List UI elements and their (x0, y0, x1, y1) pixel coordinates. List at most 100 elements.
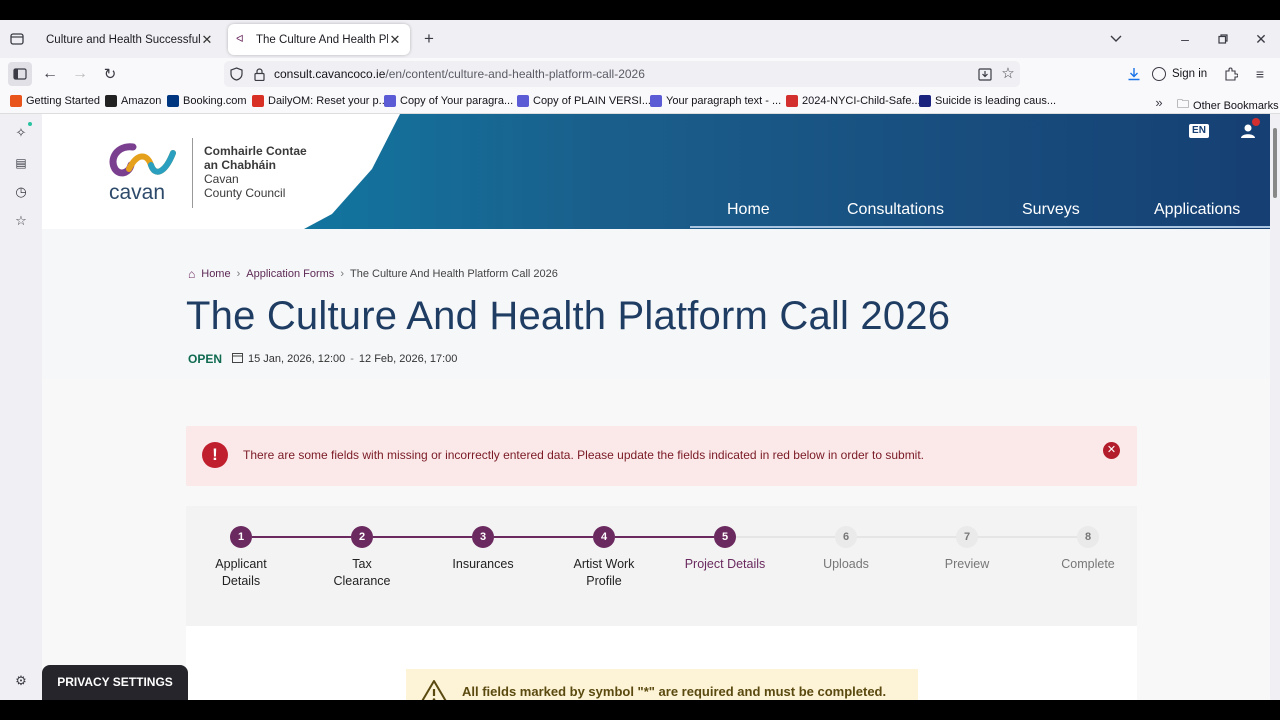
more-bookmarks-icon[interactable]: » (1150, 94, 1168, 110)
downloads-icon[interactable] (1124, 64, 1144, 84)
nav-underline (690, 226, 1270, 228)
bookmark-item[interactable]: Getting Started (10, 95, 100, 107)
back-icon[interactable]: ← (40, 64, 60, 84)
ai-chatbot-icon[interactable]: ✧ (12, 124, 30, 142)
bookmark-favicon-icon (105, 95, 117, 107)
bookmark-item[interactable]: DailyOM: Reset your p... (252, 95, 388, 107)
form-stepper: 1 Applicant Details 2 Tax Clearance 3 Insuran… (186, 506, 1137, 626)
reload-icon[interactable]: ↻ (100, 64, 120, 84)
council-name-line: Cavan (204, 172, 239, 186)
extensions-icon[interactable] (1221, 64, 1241, 84)
bookmark-item[interactable]: Booking.com (167, 95, 247, 107)
new-tab-icon[interactable]: + (420, 29, 438, 49)
close-alert-button[interactable]: ✕ (1103, 442, 1120, 459)
bookmark-item[interactable]: 2024-NYCI-Child-Safe... (786, 95, 921, 107)
council-name-line: Comhairle Contae (204, 144, 307, 158)
lock-icon[interactable] (251, 66, 267, 82)
start-date: 15 Jan, 2026, 12:00 (248, 353, 346, 365)
screen: Culture and Health Successful Appli ✕ ᐊ … (0, 0, 1280, 720)
install-app-icon[interactable] (976, 65, 994, 83)
close-window-icon[interactable]: ✕ (1252, 29, 1270, 49)
os-bottom-bar (0, 700, 1280, 720)
tab-successful-applicants[interactable]: Culture and Health Successful Appli ✕ (38, 24, 222, 55)
history-icon[interactable]: ◷ (12, 183, 30, 201)
tab-title: Culture and Health Successful Appli (46, 33, 200, 46)
home-icon[interactable]: ⌂ (188, 267, 195, 281)
step-uploads[interactable]: 6 Uploads (791, 526, 901, 573)
folder-icon: 🗀 (1177, 97, 1190, 111)
bookmark-favicon-icon (786, 95, 798, 107)
bookmark-star-icon[interactable]: ☆ (999, 64, 1017, 82)
bookmark-item[interactable]: Copy of PLAIN VERSI... (517, 95, 651, 107)
step-number: 7 (956, 526, 978, 548)
alert-message: There are some fields with missing or in… (243, 448, 925, 462)
url-path: /en/content/culture-and-health-platform-… (385, 67, 645, 81)
breadcrumb: ⌂ Home › Application Forms › The Culture… (188, 267, 558, 281)
bookmark-item[interactable]: Amazon (105, 95, 161, 107)
close-tab-icon[interactable]: ✕ (200, 32, 214, 48)
browser-window: Culture and Health Successful Appli ✕ ᐊ … (0, 20, 1280, 700)
error-alert: ! There are some fields with missing or … (186, 426, 1137, 486)
breadcrumb-application-forms[interactable]: Application Forms (246, 268, 334, 280)
bookmark-favicon-icon (650, 95, 662, 107)
breadcrumb-home[interactable]: Home (201, 268, 230, 280)
nav-applications[interactable]: Applications (1154, 201, 1240, 219)
step-number: 8 (1077, 526, 1099, 548)
account-icon (1152, 67, 1166, 81)
bookmark-item[interactable]: Suicide is leading caus... (919, 95, 1056, 107)
step-label: Uploads (823, 557, 869, 571)
step-label: Preview (944, 557, 990, 571)
privacy-settings-button[interactable]: PRIVACY SETTINGS (42, 665, 188, 700)
browser-sidebar: ✧ ▤ ◷ ☆ ⚙ (0, 114, 42, 700)
step-insurances[interactable]: 3 Insurances (428, 526, 538, 573)
nav-surveys[interactable]: Surveys (1022, 201, 1080, 219)
sidebar-toggle-icon[interactable] (8, 62, 32, 86)
url-bar[interactable]: consult.cavancoco.ie/en/content/culture-… (224, 61, 1020, 87)
date-separator: - (350, 353, 354, 365)
chevron-right-icon: › (340, 268, 344, 280)
bookmark-label: Copy of Your paragra... (400, 95, 514, 107)
tab-list-icon[interactable] (8, 30, 26, 48)
bookmark-label: Getting Started (26, 95, 100, 107)
language-selector[interactable]: EN (1189, 124, 1209, 138)
step-label: Insurances (452, 557, 514, 571)
gear-icon[interactable]: ⚙ (12, 672, 30, 690)
minimize-icon[interactable]: – (1176, 29, 1194, 49)
other-bookmarks-folder[interactable]: 🗀 Other Bookmarks (1177, 95, 1279, 116)
close-tab-icon[interactable]: ✕ (388, 32, 402, 48)
council-name-line: an Chabháin (204, 158, 277, 172)
menu-icon[interactable]: ≡ (1250, 64, 1270, 84)
step-tax-clearance[interactable]: 2 Tax Clearance (307, 526, 417, 590)
step-project-details[interactable]: 5 Project Details (670, 526, 780, 573)
cavan-logo[interactable]: cavan (107, 139, 182, 204)
warning-icon (420, 679, 448, 700)
chevron-down-icon[interactable] (1106, 29, 1126, 49)
step-artist-work-profile[interactable]: 4 Artist Work Profile (549, 526, 659, 590)
council-name-line: County Council (204, 186, 286, 200)
bookmark-item[interactable]: Your paragraph text - ... (650, 95, 781, 107)
page-scrollbar[interactable] (1270, 114, 1280, 700)
synced-tabs-icon[interactable]: ▤ (12, 154, 30, 172)
bookmark-label: DailyOM: Reset your p... (268, 95, 388, 107)
breadcrumb-current: The Culture And Health Platform Call 202… (349, 268, 558, 280)
step-preview[interactable]: 7 Preview (912, 526, 1022, 573)
nav-home[interactable]: Home (727, 201, 770, 219)
notification-dot (28, 122, 32, 126)
step-applicant-details[interactable]: 1 Applicant Details (186, 526, 296, 590)
forward-icon[interactable]: → (70, 64, 90, 84)
bookmarks-star-icon[interactable]: ☆ (12, 212, 30, 230)
page-title: The Culture And Health Platform Call 202… (186, 294, 951, 338)
scrollbar-thumb[interactable] (1273, 128, 1277, 198)
bookmark-favicon-icon (252, 95, 264, 107)
sign-in-button[interactable]: Sign in (1152, 62, 1207, 86)
step-complete[interactable]: 8 Complete (1033, 526, 1143, 573)
bookmark-label: Copy of PLAIN VERSI... (533, 95, 651, 107)
shield-icon[interactable] (228, 66, 244, 82)
restore-icon[interactable] (1214, 29, 1232, 49)
tab-culture-health-platform[interactable]: ᐊ The Culture And Health Platform ✕ (228, 24, 410, 55)
nav-consultations[interactable]: Consultations (847, 201, 944, 219)
bookmark-item[interactable]: Copy of Your paragra... (384, 95, 513, 107)
exclamation-icon: ! (202, 442, 228, 468)
tab-strip: Culture and Health Successful Appli ✕ ᐊ … (0, 20, 1280, 58)
end-date: 12 Feb, 2026, 17:00 (358, 353, 458, 365)
